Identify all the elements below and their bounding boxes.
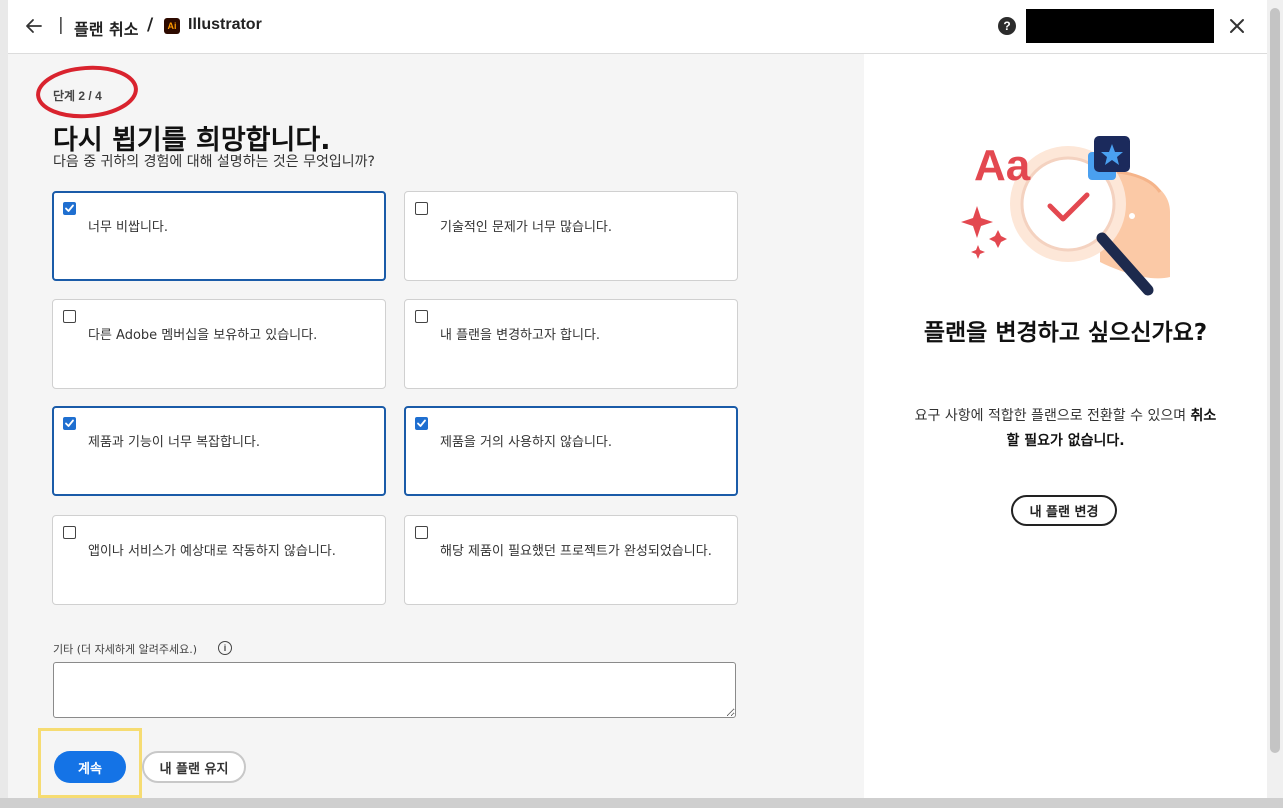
option-not-working[interactable]: 앱이나 서비스가 예상대로 작동하지 않습니다. [52, 515, 386, 605]
checkbox[interactable] [63, 310, 76, 323]
promo-body: 요구 사항에 적합한 플랜으로 전환할 수 있으며 취소할 필요가 없습니다. [909, 404, 1222, 454]
page-scrollbar[interactable] [1267, 0, 1283, 798]
checkbox-checked[interactable] [415, 417, 428, 430]
illustration-aa-text: Aa [974, 141, 1031, 190]
promo-title: 플랜을 변경하고 싶으신가요? [923, 320, 1208, 346]
other-details-input[interactable] [53, 662, 736, 718]
continue-button[interactable]: 계속 [54, 751, 126, 783]
keep-plan-button[interactable]: 내 플랜 유지 [142, 751, 246, 783]
change-plan-button[interactable]: 내 플랜 변경 [1011, 495, 1117, 526]
option-too-complex[interactable]: 제품과 기능이 너무 복잡합니다. [52, 406, 386, 496]
page-subtitle: 다음 중 귀하의 경험에 대해 설명하는 것은 무엇입니까? [53, 154, 375, 170]
checkbox[interactable] [415, 202, 428, 215]
modal-header: | 플랜 취소 / Ai Illustrator ? [8, 0, 1267, 54]
checkbox[interactable] [415, 526, 428, 539]
header-app-name: Illustrator [188, 16, 262, 33]
redacted-account-box [1026, 9, 1214, 43]
help-icon[interactable]: ? [998, 17, 1016, 35]
background-page-edge [0, 0, 8, 808]
option-change-plan[interactable]: 내 플랜을 변경하고자 합니다. [404, 299, 738, 389]
scrollbar-thumb[interactable] [1270, 8, 1280, 753]
option-rarely-use[interactable]: 제품을 거의 사용하지 않습니다. [404, 406, 738, 496]
option-too-expensive[interactable]: 너무 비쌉니다. [52, 191, 386, 281]
checkbox-checked[interactable] [63, 202, 76, 215]
option-label: 앱이나 서비스가 예상대로 작동하지 않습니다. [88, 544, 336, 559]
option-other-membership[interactable]: 다른 Adobe 멤버십을 보유하고 있습니다. [52, 299, 386, 389]
change-plan-promo-panel: Aa 플랜을 변경하고 싶으신가요? 요구 사항에 적합한 플랜으로 전환할 수… [864, 54, 1267, 798]
step-indicator: 단계 2 / 4 [53, 89, 102, 103]
option-label: 제품과 기능이 너무 복잡합니다. [88, 435, 261, 450]
option-label: 제품을 거의 사용하지 않습니다. [440, 435, 613, 450]
checkbox[interactable] [63, 526, 76, 539]
header-separator: | [58, 15, 64, 35]
survey-panel: 단계 2 / 4 다시 뵙기를 희망합니다. 다음 중 귀하의 경험에 대해 설… [8, 54, 864, 798]
header-slash: / [147, 15, 154, 35]
bottom-edge [0, 798, 1283, 808]
checkbox[interactable] [415, 310, 428, 323]
option-label: 기술적인 문제가 너무 많습니다. [440, 220, 613, 235]
option-project-complete[interactable]: 해당 제품이 필요했던 프로젝트가 완성되었습니다. [404, 515, 738, 605]
header-title: 플랜 취소 [74, 20, 139, 39]
option-technical-issues[interactable]: 기술적인 문제가 너무 많습니다. [404, 191, 738, 281]
illustrator-logo-icon: Ai [164, 18, 180, 34]
promo-body-text: 요구 사항에 적합한 플랜으로 전환할 수 있으며 [914, 408, 1191, 424]
option-label: 다른 Adobe 멤버십을 보유하고 있습니다. [88, 328, 318, 343]
checkbox-checked[interactable] [63, 417, 76, 430]
back-arrow-icon[interactable] [22, 14, 46, 38]
option-label: 너무 비쌉니다. [88, 220, 169, 235]
magnifier-check-illustration: Aa [961, 136, 1170, 296]
close-icon[interactable] [1226, 15, 1248, 37]
cancel-plan-modal: | 플랜 취소 / Ai Illustrator ? 단계 2 / 4 다시 뵙… [8, 0, 1267, 798]
option-label: 내 플랜을 변경하고자 합니다. [440, 328, 601, 343]
info-icon[interactable]: i [218, 641, 232, 655]
other-field-label: 기타 (더 자세하게 알려주세요.) [53, 643, 198, 656]
option-label: 해당 제품이 필요했던 프로젝트가 완성되었습니다. [440, 544, 712, 559]
